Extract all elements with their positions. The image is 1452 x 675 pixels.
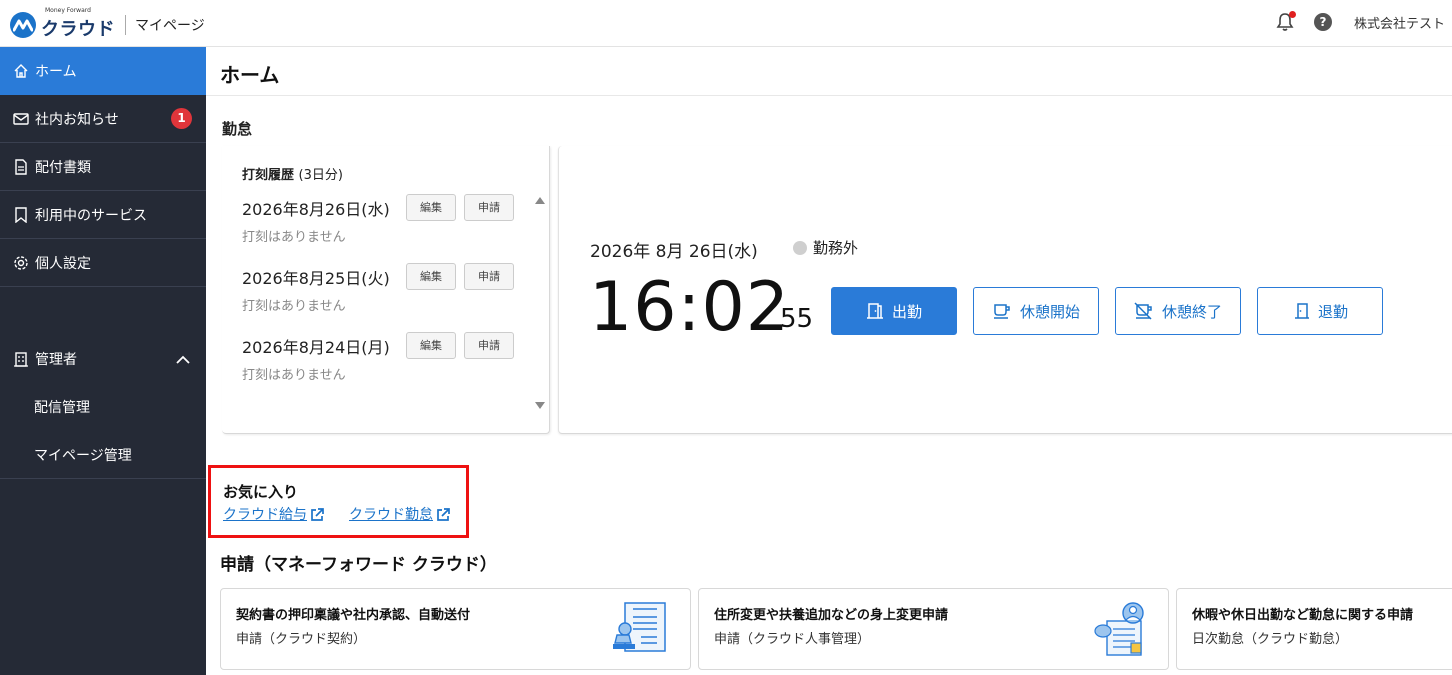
no-punch-text: 打刻はありません (242, 368, 346, 383)
request-card-title: 契約書の押印稟議や社内承認、自動送付 (236, 608, 471, 623)
logo-divider (125, 14, 126, 35)
main-content: ホーム 勤怠 打刻履歴 (3日分) 2026年8月26日(水) 編集 申請 打刻… (206, 47, 1452, 675)
logo-brand: Money Forward (45, 7, 91, 14)
sidebar-item-label: 配付書類 (35, 159, 91, 176)
logo[interactable]: Money Forward クラウド マイページ (10, 7, 205, 41)
sidebar-item-label: 個人設定 (35, 255, 91, 272)
title-divider (206, 95, 1452, 96)
contract-stamp-icon (613, 602, 666, 652)
scroll-up-icon[interactable] (535, 197, 545, 204)
request-button[interactable]: 申請 (464, 332, 514, 359)
clock-date: 2026年 8月 26日(水) (590, 242, 758, 262)
edit-button[interactable]: 編集 (406, 263, 456, 290)
favorites-heading: お気に入り (223, 483, 299, 501)
work-status-label: 勤務外 (813, 239, 859, 257)
logo-mark-icon (10, 11, 36, 38)
clock-out-button[interactable]: 退勤 (1257, 287, 1383, 335)
request-card-personal-info[interactable]: 住所変更や扶養追加などの身上変更申請 申請（クラウド人事管理） (698, 588, 1169, 670)
sidebar-item-announcements[interactable]: 社内お知らせ 1 (0, 95, 206, 143)
external-link-icon (311, 507, 324, 521)
bookmark-icon (13, 206, 29, 223)
gear-icon (13, 255, 29, 271)
edit-button[interactable]: 編集 (406, 332, 456, 359)
favorite-link-label: クラウド給与 (223, 507, 307, 523)
sidebar-section-label: 管理者 (35, 352, 77, 368)
punch-history-range: (3日分) (298, 168, 343, 183)
top-header: Money Forward クラウド マイページ ? 株式会社テスト (0, 0, 1452, 47)
punch-history-card[interactable]: 打刻履歴 (3日分) 2026年8月26日(水) 編集 申請 打刻はありません … (222, 146, 550, 434)
sidebar-item-label: ホーム (35, 64, 77, 80)
break-end-label: 休憩終了 (1161, 302, 1222, 321)
history-date: 2026年8月24日(月) (242, 338, 390, 357)
request-card-title: 休暇や休日出勤など勤怠に関する申請 (1192, 608, 1414, 623)
clock-in-button[interactable]: 出勤 (831, 287, 957, 335)
favorite-link-payroll[interactable]: クラウド給与 (223, 504, 325, 524)
no-punch-text: 打刻はありません (242, 299, 346, 314)
punch-history-title-text: 打刻履歴 (242, 168, 295, 183)
home-icon (13, 63, 29, 79)
sidebar-section-admin[interactable]: 管理者 (0, 335, 206, 383)
notification-dot (1289, 11, 1296, 18)
document-icon (13, 158, 29, 175)
favorites-section: お気に入り クラウド給与 クラウド勤怠 (208, 465, 469, 538)
no-punch-text: 打刻はありません (242, 230, 346, 245)
request-card-title: 住所変更や扶養追加などの身上変更申請 (714, 608, 949, 623)
request-button[interactable]: 申請 (464, 194, 514, 221)
edit-button[interactable]: 編集 (406, 194, 456, 221)
logo-product: クラウド (41, 19, 115, 40)
break-start-label: 休憩開始 (1019, 302, 1080, 321)
favorite-link-attendance[interactable]: クラウド勤怠 (349, 504, 451, 524)
company-name[interactable]: 株式会社テスト (1354, 13, 1452, 32)
sidebar-subitem-distribution[interactable]: 配信管理 (0, 383, 206, 431)
clock-seconds: 55 (780, 304, 814, 334)
clock-out-label: 退勤 (1317, 302, 1348, 321)
break-end-button[interactable]: 休憩終了 (1115, 287, 1241, 335)
request-card-subtitle: 申請（クラウド人事管理） (714, 632, 871, 647)
status-dot-icon (793, 240, 807, 255)
request-card-subtitle: 日次勤怠（クラウド勤怠） (1192, 632, 1349, 647)
favorite-link-label: クラウド勤怠 (349, 507, 433, 523)
external-link-icon (437, 507, 450, 521)
clock-time: 16:02 (589, 268, 790, 347)
building-icon (13, 351, 29, 367)
page-title: ホーム (220, 63, 280, 87)
door-icon (866, 303, 883, 319)
sidebar-item-label: 社内お知らせ (35, 111, 119, 128)
mail-icon (13, 111, 29, 127)
sidebar-item-services[interactable]: 利用中のサービス (0, 191, 206, 239)
history-date: 2026年8月25日(火) (242, 269, 390, 288)
attendance-heading: 勤怠 (222, 120, 253, 138)
punch-history-title: 打刻履歴 (3日分) (242, 164, 343, 183)
request-button[interactable]: 申請 (464, 263, 514, 290)
sidebar: ホーム 社内お知らせ 1 配付書類 利用中のサービス 個人設定 管理者 配信管理… (0, 47, 206, 675)
logo-subtitle: マイページ (135, 17, 205, 34)
requests-heading: 申請（マネーフォワード クラウド） (220, 555, 497, 575)
sidebar-item-settings[interactable]: 個人設定 (0, 239, 206, 287)
work-status: 勤務外 (793, 237, 858, 258)
sidebar-item-home[interactable]: ホーム (0, 47, 206, 95)
clock-in-label: 出勤 (891, 302, 922, 321)
request-card-subtitle: 申請（クラウド契約） (236, 632, 367, 647)
break-start-button[interactable]: 休憩開始 (973, 287, 1099, 335)
coffee-icon (993, 304, 1010, 319)
exit-door-icon (1294, 303, 1309, 319)
help-icon[interactable]: ? (1314, 13, 1332, 31)
history-date: 2026年8月26日(水) (242, 200, 390, 219)
sidebar-item-label: 利用中のサービス (35, 207, 147, 224)
chevron-up-icon[interactable] (176, 352, 190, 368)
unread-badge: 1 (171, 108, 192, 129)
personal-records-icon (1094, 602, 1144, 656)
notification-bell-icon[interactable] (1276, 11, 1296, 32)
scroll-down-icon[interactable] (535, 402, 545, 409)
request-card-contract[interactable]: 契約書の押印稟議や社内承認、自動送付 申請（クラウド契約） (220, 588, 691, 670)
coffee-off-icon (1134, 302, 1152, 320)
sidebar-item-documents[interactable]: 配付書類 (0, 143, 206, 191)
sidebar-subitem-mypage-admin[interactable]: マイページ管理 (0, 431, 206, 479)
request-card-attendance[interactable]: 休暇や休日出勤など勤怠に関する申請 日次勤怠（クラウド勤怠） (1176, 588, 1452, 670)
time-clock-card: 2026年 8月 26日(水) 勤務外 16:02 55 出勤 休憩開始 休憩終… (558, 146, 1452, 434)
